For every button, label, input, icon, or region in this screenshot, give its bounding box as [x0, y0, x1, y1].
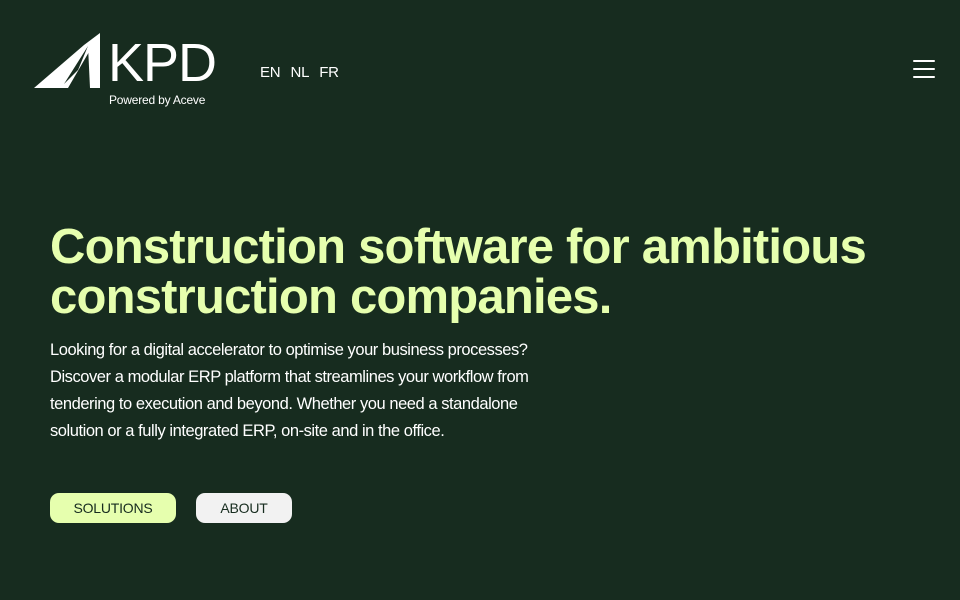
- logo-tagline: Powered by Aceve: [109, 93, 206, 107]
- language-en-link[interactable]: EN: [260, 64, 281, 82]
- language-fr-link[interactable]: FR: [319, 64, 339, 82]
- about-button[interactable]: ABOUT: [196, 493, 292, 523]
- hero-title-line-1: Construction software for ambitious: [50, 220, 867, 274]
- kpd-logo-link[interactable]: KPD Powered by Aceve: [32, 32, 228, 110]
- language-nl-link[interactable]: NL: [290, 64, 309, 82]
- hero-title-line-2: construction companies.: [50, 270, 612, 324]
- logo-wordmark: KPD: [108, 33, 217, 93]
- hero-actions: SOLUTIONS ABOUT: [50, 493, 292, 523]
- kpd-logo-mark-icon: [34, 33, 100, 88]
- hero-description: Looking for a digital accelerator to opt…: [50, 337, 550, 445]
- hero-intro: Looking for a digital accelerator to opt…: [50, 341, 528, 359]
- hero-body: Discover a modular ERP platform that str…: [50, 368, 529, 440]
- solutions-button[interactable]: SOLUTIONS: [50, 493, 176, 523]
- menu-button[interactable]: [912, 58, 936, 80]
- hero-title: Construction software for ambitious cons…: [50, 222, 930, 322]
- language-switcher: EN NL FR: [260, 64, 339, 82]
- landing-page: KPD Powered by Aceve EN NL FR Constructi…: [0, 0, 960, 600]
